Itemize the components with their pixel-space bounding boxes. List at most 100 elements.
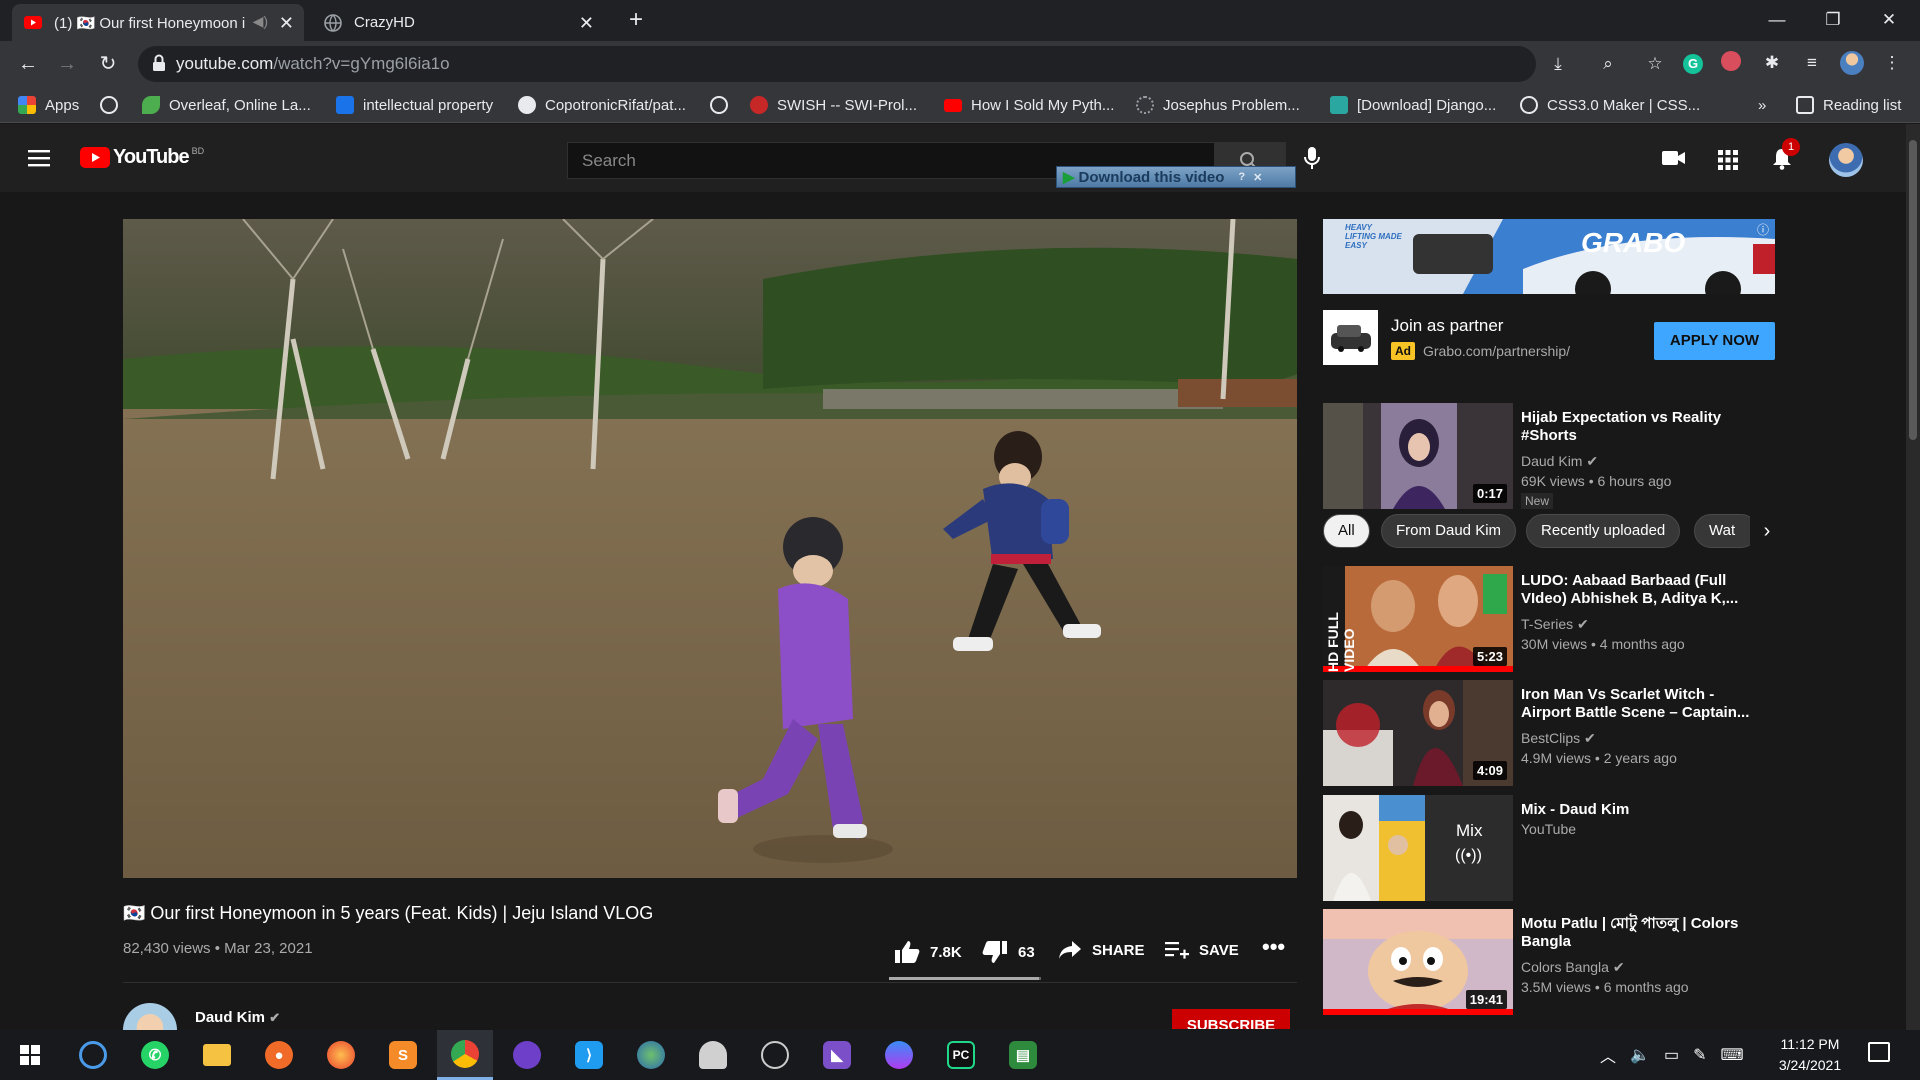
video-thumbnail[interactable]: 4:09 [1323, 680, 1513, 786]
share-button[interactable]: SHARE [1058, 940, 1145, 960]
sidebar-mix[interactable]: Mix ((•)) Mix - Daud Kim YouTube [1323, 795, 1775, 901]
tab-mute-icon[interactable]: ◀) [253, 13, 268, 30]
media-control-icon[interactable]: ≡ [1800, 51, 1824, 75]
reload-icon[interactable]: ↻ [94, 50, 122, 78]
chip-all[interactable]: All [1323, 514, 1370, 548]
tab-crazyhd[interactable]: CrazyHD ✕ [312, 4, 604, 41]
bookmark-youtube[interactable]: How I Sold My Pyth... [944, 94, 1114, 116]
save-button[interactable]: SAVE [1165, 940, 1239, 960]
download-this-video-bar[interactable]: ▶ Download this video ? ✕ [1056, 166, 1296, 188]
taskbar-clock[interactable]: 11:12 PM 3/24/2021 [1760, 1034, 1860, 1076]
bookmark-swish[interactable]: SWISH -- SWI-Prol... [750, 94, 917, 116]
lock-icon[interactable] [152, 54, 166, 77]
bookmark-globe-2[interactable] [710, 94, 728, 116]
notification-center-icon[interactable] [1868, 1042, 1890, 1062]
video-title[interactable]: Hijab Expectation vs Reality #Shorts [1521, 409, 1761, 445]
chrome-taskbar-icon[interactable] [437, 1030, 493, 1080]
bookmark-intellectual-property[interactable]: intellectual property [336, 94, 493, 116]
puzzle-extensions-icon[interactable]: ✱ [1760, 51, 1784, 75]
bookmark-css-maker[interactable]: CSS3.0 Maker | CSS... [1520, 94, 1700, 116]
github-desktop-icon[interactable] [499, 1030, 555, 1080]
more-actions-icon[interactable]: ••• [1262, 934, 1285, 960]
page-scrollbar[interactable] [1906, 124, 1920, 1030]
like-button[interactable]: 7.8K [894, 940, 962, 964]
firefox-icon[interactable] [313, 1030, 369, 1080]
video-thumbnail[interactable]: 0:17 [1323, 403, 1513, 509]
apps-grid-icon[interactable] [1718, 150, 1738, 175]
bookmark-django[interactable]: [Download] Django... [1330, 94, 1496, 116]
ad-title[interactable]: Join as partner [1391, 316, 1503, 336]
bookmark-josephus[interactable]: Josephus Problem... [1136, 94, 1300, 116]
scrollbar-thumb[interactable] [1909, 140, 1917, 440]
extension-icon[interactable] [1719, 51, 1743, 75]
brave-browser-icon[interactable]: ● [251, 1030, 307, 1080]
ad-logo[interactable] [1323, 310, 1378, 365]
sidebar-video[interactable]: 19:41 Motu Patlu | মোটু পাতলু | Colors B… [1323, 909, 1775, 1015]
notifications-bell-icon[interactable]: 1 [1772, 138, 1800, 175]
spreadsheet-icon[interactable]: ▤ [995, 1030, 1051, 1080]
bookmark-star-icon[interactable]: ☆ [1643, 52, 1667, 76]
bookmark-apps[interactable]: Apps [18, 94, 79, 116]
satellite-app-icon[interactable] [747, 1030, 803, 1080]
pycharm-icon[interactable]: PC [933, 1030, 989, 1080]
ad-banner[interactable]: GRABO HEAVY LIFTING MADE EASY ⓘ [1323, 219, 1775, 294]
close-tab-icon[interactable]: ✕ [579, 13, 594, 34]
chevron-right-icon[interactable]: › [1750, 514, 1784, 548]
visual-studio-icon[interactable]: ◣ [809, 1030, 865, 1080]
volume-icon[interactable]: 🔈 [1630, 1045, 1650, 1065]
umbrella-app-icon[interactable] [685, 1030, 741, 1080]
forward-icon[interactable]: → [53, 50, 81, 78]
network-icon[interactable]: ▭ [1664, 1045, 1679, 1065]
help-icon[interactable]: ? [1238, 171, 1245, 183]
zoom-icon[interactable]: ⌕ [1596, 52, 1620, 76]
video-title[interactable]: Mix - Daud Kim [1521, 801, 1761, 819]
sidebar-video[interactable]: HD FULL VIDEO 5:23 LUDO: Aabaad Barbaad … [1323, 566, 1775, 672]
ad-info-icon[interactable]: ⓘ [1757, 221, 1769, 238]
chip-recently-uploaded[interactable]: Recently uploaded [1526, 514, 1681, 548]
show-hidden-icons-icon[interactable]: ︿ [1600, 1043, 1616, 1067]
back-icon[interactable]: ← [14, 50, 42, 78]
video-thumbnail[interactable]: 19:41 [1323, 909, 1513, 1015]
channel-name[interactable]: Daud Kim ✔ [195, 1009, 280, 1026]
keyboard-icon[interactable]: ⌨ [1720, 1045, 1743, 1065]
tab-youtube[interactable]: (1) 🇰🇷 Our first Honeymoon i ◀) ✕ [12, 4, 304, 41]
globe-app-icon[interactable] [623, 1030, 679, 1080]
sidebar-video[interactable]: 0:17 Hijab Expectation vs Reality #Short… [1323, 403, 1775, 509]
profile-avatar[interactable] [1840, 51, 1864, 75]
hamburger-menu-icon[interactable] [28, 148, 52, 168]
reading-list-button[interactable]: Reading list [1796, 94, 1901, 116]
subscribe-button[interactable]: SUBSCRIBE [1172, 1009, 1290, 1029]
bookmarks-overflow-button[interactable]: » [1758, 94, 1766, 116]
new-tab-button[interactable]: + [622, 6, 650, 34]
video-title[interactable]: LUDO: Aabaad Barbaad (Full VIdeo) Abhish… [1521, 572, 1761, 608]
messenger-icon[interactable] [871, 1030, 927, 1080]
bookmark-overleaf[interactable]: Overleaf, Online La... [142, 94, 311, 116]
close-tab-icon[interactable]: ✕ [279, 13, 294, 34]
voice-search-icon[interactable] [1303, 146, 1321, 175]
video-title[interactable]: Iron Man Vs Scarlet Witch - Airport Batt… [1521, 686, 1761, 722]
close-window-icon[interactable]: ✕ [1866, 6, 1912, 34]
minimize-icon[interactable]: — [1754, 6, 1800, 34]
whatsapp-icon[interactable]: ✆ [127, 1030, 183, 1080]
file-explorer-icon[interactable] [189, 1030, 245, 1080]
bookmark-github[interactable]: CopotronicRifat/pat... [518, 94, 686, 116]
restore-icon[interactable]: ❐ [1810, 6, 1856, 34]
dislike-button[interactable]: 63 [982, 940, 1035, 964]
video-title[interactable]: Motu Patlu | মোটু পাতলু | Colors Bangla [1521, 915, 1761, 951]
start-menu-icon[interactable] [2, 1030, 58, 1080]
chrome-menu-icon[interactable]: ⋮ [1880, 51, 1904, 75]
address-bar[interactable]: youtube.com/watch?v=gYmg6l6ia1o ⤓ ⌕ ☆ [138, 46, 1663, 82]
youtube-logo[interactable]: YouTube BD [80, 146, 204, 169]
create-video-icon[interactable] [1662, 150, 1686, 171]
sidebar-video[interactable]: 4:09 Iron Man Vs Scarlet Witch - Airport… [1323, 680, 1775, 786]
bookmark-globe[interactable] [100, 94, 118, 116]
close-icon[interactable]: ✕ [1253, 171, 1262, 184]
chip-from-daud-kim[interactable]: From Daud Kim [1381, 514, 1517, 548]
pen-icon[interactable]: ✎ [1693, 1045, 1706, 1065]
apply-now-button[interactable]: APPLY NOW [1654, 322, 1775, 360]
cortana-icon[interactable] [65, 1030, 121, 1080]
account-avatar[interactable] [1829, 143, 1863, 177]
video-thumbnail[interactable]: HD FULL VIDEO 5:23 [1323, 566, 1513, 672]
mix-thumbnail[interactable]: Mix ((•)) [1323, 795, 1513, 901]
sublime-icon[interactable]: S [375, 1030, 431, 1080]
